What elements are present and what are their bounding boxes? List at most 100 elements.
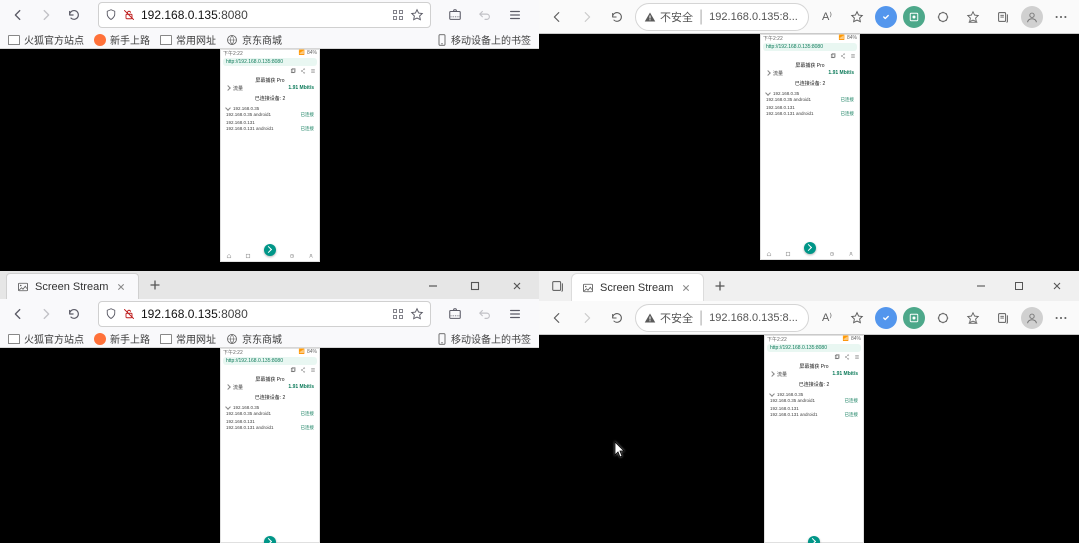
address-bar[interactable]: 192.168.0.135:8080: [98, 301, 431, 327]
read-aloud-button[interactable]: A⁾: [815, 5, 839, 29]
folder-icon: [160, 334, 172, 344]
menu-button[interactable]: [503, 3, 527, 27]
back-button[interactable]: [545, 306, 569, 330]
read-aloud-button[interactable]: A⁾: [815, 306, 839, 330]
window-close-button[interactable]: [1039, 274, 1075, 298]
window-maximize-button[interactable]: [457, 275, 493, 297]
address-bar[interactable]: 不安全 | 192.168.0.135:8...: [635, 3, 809, 31]
new-tab-button[interactable]: [708, 274, 732, 298]
collections-button[interactable]: [991, 306, 1015, 330]
screenshot-icon[interactable]: [443, 302, 467, 326]
favorites-button[interactable]: [961, 306, 985, 330]
insecure-lock-icon: [123, 308, 135, 320]
reload-button[interactable]: [605, 306, 629, 330]
streamed-phone: 下午2:22📶84% http://192.168.0.135:8080 屏幕捕…: [764, 335, 864, 543]
phone-status-bar: 下午2:22📶84%: [220, 348, 320, 356]
extension-blue-icon[interactable]: [875, 307, 897, 329]
window-minimize-button[interactable]: [415, 275, 451, 297]
copy-icon: [834, 354, 840, 360]
tab-title: Screen Stream: [600, 282, 673, 294]
menu-button[interactable]: [1049, 5, 1073, 29]
window-maximize-button[interactable]: [1001, 274, 1037, 298]
menu-button[interactable]: [1049, 306, 1073, 330]
bookmark-item[interactable]: 京东商城: [226, 32, 282, 47]
history-icon: [289, 253, 295, 259]
menu-button[interactable]: [503, 302, 527, 326]
qr-icon[interactable]: [392, 308, 404, 320]
extensions-button[interactable]: [931, 5, 955, 29]
phone-section-title: 屏幕捕获 Pro: [760, 62, 860, 69]
bookmark-item[interactable]: 常用网址: [160, 331, 216, 346]
streamed-phone: 下午2:22📶84% http://192.168.0.135:8080 屏幕捕…: [220, 49, 320, 262]
collections-button[interactable]: [991, 5, 1015, 29]
extension-blue-icon[interactable]: [875, 6, 897, 28]
reload-button[interactable]: [605, 5, 629, 29]
favorite-star-icon[interactable]: [845, 5, 869, 29]
forward-button[interactable]: [575, 5, 599, 29]
phone-client-block: 192.168.0.131 192.168.0.131 android1已连接: [764, 406, 864, 418]
tabs-overview-button[interactable]: [545, 273, 571, 299]
phone-nav-bar: [760, 248, 860, 260]
profile-icon: [848, 251, 854, 257]
address-bar[interactable]: 不安全 | 192.168.0.135:8...: [635, 304, 809, 332]
profile-avatar[interactable]: [1021, 307, 1043, 329]
share-icon: [840, 53, 846, 59]
phone-client-block: 192.168.0.35 192.168.0.35 android1已连接: [220, 405, 320, 417]
back-button[interactable]: [6, 302, 30, 326]
window-close-button[interactable]: [499, 275, 535, 297]
tabs-icon: [785, 251, 791, 257]
mouse-cursor: [614, 441, 626, 459]
forward-button[interactable]: [34, 302, 58, 326]
close-tab-button[interactable]: [114, 280, 128, 294]
back-button[interactable]: [6, 3, 30, 27]
reload-button[interactable]: [62, 302, 86, 326]
extension-green-icon[interactable]: [903, 6, 925, 28]
menu-icon: [854, 354, 860, 360]
phone-section-title: 已连接设备: 2: [760, 80, 860, 87]
bookmark-item[interactable]: 火狐官方站点: [8, 32, 84, 47]
folder-icon: [160, 35, 172, 45]
phone-toolbar: [760, 52, 860, 60]
forward-button[interactable]: [575, 306, 599, 330]
address-bar[interactable]: 192.168.0.135:8080: [98, 2, 431, 28]
extension-green-icon[interactable]: [903, 307, 925, 329]
screenshot-icon[interactable]: [443, 3, 467, 27]
url-text: 192.168.0.135:8...: [709, 11, 798, 23]
bookmark-item[interactable]: 京东商城: [226, 331, 282, 346]
forward-button[interactable]: [34, 3, 58, 27]
warning-triangle-icon: [644, 11, 656, 23]
qr-icon[interactable]: [392, 9, 404, 21]
favorite-star-icon[interactable]: [845, 306, 869, 330]
undo-icon[interactable]: [473, 302, 497, 326]
phone-icon: [437, 34, 447, 46]
globe-icon: [226, 333, 238, 345]
copy-icon: [830, 53, 836, 59]
mobile-bookmarks-link[interactable]: 移动设备上的书签: [437, 32, 531, 47]
window-minimize-button[interactable]: [963, 274, 999, 298]
insecure-lock-icon: [123, 9, 135, 21]
bookmark-item[interactable]: 常用网址: [160, 32, 216, 47]
bookmark-item[interactable]: 新手上路: [94, 331, 150, 346]
profile-icon: [308, 253, 314, 259]
extensions-button[interactable]: [931, 306, 955, 330]
favorites-button[interactable]: [961, 5, 985, 29]
back-button[interactable]: [545, 5, 569, 29]
profile-avatar[interactable]: [1021, 6, 1043, 28]
bookmark-star-icon[interactable]: [410, 307, 424, 321]
close-tab-button[interactable]: [679, 281, 693, 295]
phone-section-title: 已连接设备: 2: [220, 394, 320, 401]
browser-tab[interactable]: Screen Stream: [6, 273, 139, 299]
bookmark-star-icon[interactable]: [410, 8, 424, 22]
reload-button[interactable]: [62, 3, 86, 27]
warning-triangle-icon: [644, 312, 656, 324]
mobile-bookmarks-link[interactable]: 移动设备上的书签: [437, 331, 531, 346]
phone-toolbar: [764, 353, 864, 361]
new-tab-button[interactable]: [143, 273, 167, 297]
bookmark-item[interactable]: 新手上路: [94, 32, 150, 47]
pane-bottom-left: Screen Stream 192.168.0.135:8080: [0, 271, 539, 543]
phone-toolbar: [220, 67, 320, 75]
browser-tab[interactable]: Screen Stream: [571, 273, 704, 301]
tabs-icon: [245, 253, 251, 259]
bookmark-item[interactable]: 火狐官方站点: [8, 331, 84, 346]
undo-icon[interactable]: [473, 3, 497, 27]
